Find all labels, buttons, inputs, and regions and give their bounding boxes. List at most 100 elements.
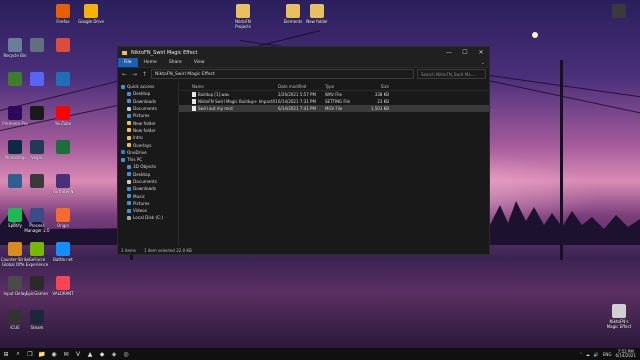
folder-icon (236, 4, 250, 18)
navigation-pane[interactable]: Quick access Desktop Downloads Documents Pic… (118, 81, 179, 246)
desktop-shortcut[interactable]: NiktoFN's Magic Effect (604, 304, 634, 329)
taskbar-app-icon[interactable]: 📁 (36, 348, 48, 360)
file-size: 1,501 KB (370, 106, 389, 111)
sidebar-item[interactable]: Downloads (118, 98, 178, 105)
taskbar: ⊞ ⌕ ❐ 📁 ◉ ✉ V ▲ ◆ ◈ ◎ ˄ ☁ 🔊 ENG 7:52 PM 6/14/20… (0, 348, 640, 360)
maximize-button[interactable]: ☐ (457, 49, 473, 56)
sidebar-item[interactable]: New folder (118, 119, 178, 126)
minimize-button[interactable]: — (441, 49, 457, 56)
steam-icon (30, 310, 44, 324)
language-indicator[interactable]: ENG (603, 352, 612, 357)
tab-share[interactable]: Share (163, 58, 188, 67)
sidebar-item[interactable]: Pictures (118, 200, 178, 207)
sidebar-item[interactable]: This PC (118, 156, 178, 163)
tray-overflow-icon[interactable]: ˄ (580, 352, 582, 357)
desktop-shortcut[interactable]: FortniteFN (48, 174, 78, 194)
desktop-shortcut[interactable]: Battle.net (48, 242, 78, 262)
sidebar-item[interactable]: Videos (118, 207, 178, 214)
sidebar-item[interactable]: Overlays (118, 141, 178, 148)
column-size[interactable]: Size (365, 84, 389, 89)
forward-button[interactable]: → (131, 71, 138, 78)
taskbar-app-icon[interactable]: ▲ (84, 348, 96, 360)
search-input[interactable]: Search NiktoFN_Swirl Ma... (417, 69, 486, 79)
sidebar-item[interactable]: Desktop (118, 171, 178, 178)
file-type: SETTING File (325, 99, 351, 104)
sidebar-item[interactable]: Intro (118, 134, 178, 141)
sidebar-item-label: This PC (127, 157, 143, 163)
taskbar-app-icon[interactable]: ◈ (108, 348, 120, 360)
taskbar-app-icon[interactable]: ◎ (120, 348, 132, 360)
sidebar-item[interactable]: 3D Objects (118, 163, 178, 170)
file-date: 2/26/2021 5:57 PM (278, 92, 316, 97)
sidebar-item[interactable]: Pictures (118, 112, 178, 119)
file-explorer-window: NiktoFN_Swirl Magic Effect — ☐ ✕ File Ho… (117, 46, 490, 255)
sidebar-item[interactable]: Local Disk (C:) (118, 214, 178, 221)
sidebar-item[interactable]: Desktop (118, 90, 178, 97)
search-icon[interactable]: ⌕ (12, 348, 24, 360)
start-button[interactable]: ⊞ (0, 348, 12, 360)
column-name[interactable]: Name (179, 84, 278, 89)
taskbar-app-icon[interactable]: V (72, 348, 84, 360)
sidebar-item[interactable]: New folder (118, 127, 178, 134)
folder-icon (127, 135, 131, 140)
sidebar-item-label: Intro (133, 135, 143, 141)
folder-icon (127, 172, 131, 177)
folder-icon (127, 113, 131, 118)
desktop-shortcut[interactable]: VALORANT (48, 276, 78, 296)
sidebar-item[interactable]: Downloads (118, 185, 178, 192)
sidebar-item-label: Music (133, 193, 145, 199)
ribbon: File Home Share View ⌄ (118, 58, 489, 68)
sidebar-item-label: Local Disk (C:) (133, 215, 164, 221)
photoshop-icon (8, 140, 22, 154)
sidebar-item[interactable]: Documents (118, 105, 178, 112)
desktop-shortcut[interactable]: Steam (22, 310, 52, 330)
desktop-shortcut[interactable]: New folder (302, 4, 332, 24)
tab-file[interactable]: File (118, 58, 138, 67)
minecraft-icon (8, 72, 22, 86)
tab-home[interactable]: Home (138, 58, 163, 67)
desktop-shortcut[interactable]: YouTube (48, 106, 78, 126)
desktop-shortcut[interactable]: Google Drive (76, 4, 106, 24)
address-row: ← → ↑ NiktoFN_Swirl Magic Effect Search … (118, 68, 489, 80)
title-bar[interactable]: NiktoFN_Swirl Magic Effect — ☐ ✕ (118, 47, 489, 58)
desktop-shortcut[interactable]: Origin (48, 208, 78, 228)
clock[interactable]: 7:52 PM 6/14/2021 (615, 349, 636, 359)
recycle-bin-icon (8, 38, 22, 52)
desktop-shortcut[interactable] (48, 140, 78, 155)
chevron-down-icon[interactable]: ⌄ (481, 60, 485, 66)
battlenet-icon (56, 242, 70, 256)
taskbar-app-icon[interactable]: ✉ (60, 348, 72, 360)
sidebar-item[interactable]: Quick access (118, 83, 178, 90)
up-button[interactable]: ↑ (141, 71, 148, 78)
close-button[interactable]: ✕ (473, 49, 489, 56)
shortcut-label: VALORANT (52, 291, 74, 296)
sidebar-item[interactable]: Documents (118, 178, 178, 185)
onedrive-icon[interactable]: ☁ (586, 352, 590, 357)
column-type[interactable]: Type (325, 84, 365, 89)
valorant-icon (56, 276, 70, 290)
app-icon (612, 304, 626, 318)
desktop-shortcut[interactable] (604, 4, 634, 19)
file-name: Swirl out my mist (198, 106, 233, 111)
epic-icon (30, 276, 44, 290)
sidebar-item-label: Pictures (133, 113, 150, 119)
volume-icon[interactable]: 🔊 (594, 352, 599, 357)
desktop-shortcut[interactable]: Firefox (48, 4, 78, 24)
shortcut-label: Origin (56, 223, 70, 228)
taskbar-app-icon[interactable]: ◉ (48, 348, 60, 360)
address-bar[interactable]: NiktoFN_Swirl Magic Effect (151, 69, 414, 79)
folder-icon (127, 179, 131, 184)
desktop-shortcut[interactable] (48, 72, 78, 87)
column-date[interactable]: Date modified (278, 84, 325, 89)
sidebar-item[interactable]: OneDrive (118, 149, 178, 156)
file-row[interactable]: NiktoFN Swirl Magic Buildup+ Impact01...… (179, 98, 489, 105)
desktop-shortcut[interactable]: NiktoFN Projects (228, 4, 258, 29)
task-view-icon[interactable]: ❐ (24, 348, 36, 360)
tab-view[interactable]: View (188, 58, 211, 67)
taskbar-app-icon[interactable]: ◆ (96, 348, 108, 360)
desktop-shortcut[interactable] (48, 38, 78, 53)
back-button[interactable]: ← (121, 71, 128, 78)
file-row[interactable]: Buildup [1].wav 2/26/2021 5:57 PM WAV File… (179, 91, 489, 98)
sidebar-item[interactable]: Music (118, 192, 178, 199)
file-row[interactable]: Swirl out my mist 6/14/2021 7:41 PM MGV Fi… (179, 105, 489, 112)
